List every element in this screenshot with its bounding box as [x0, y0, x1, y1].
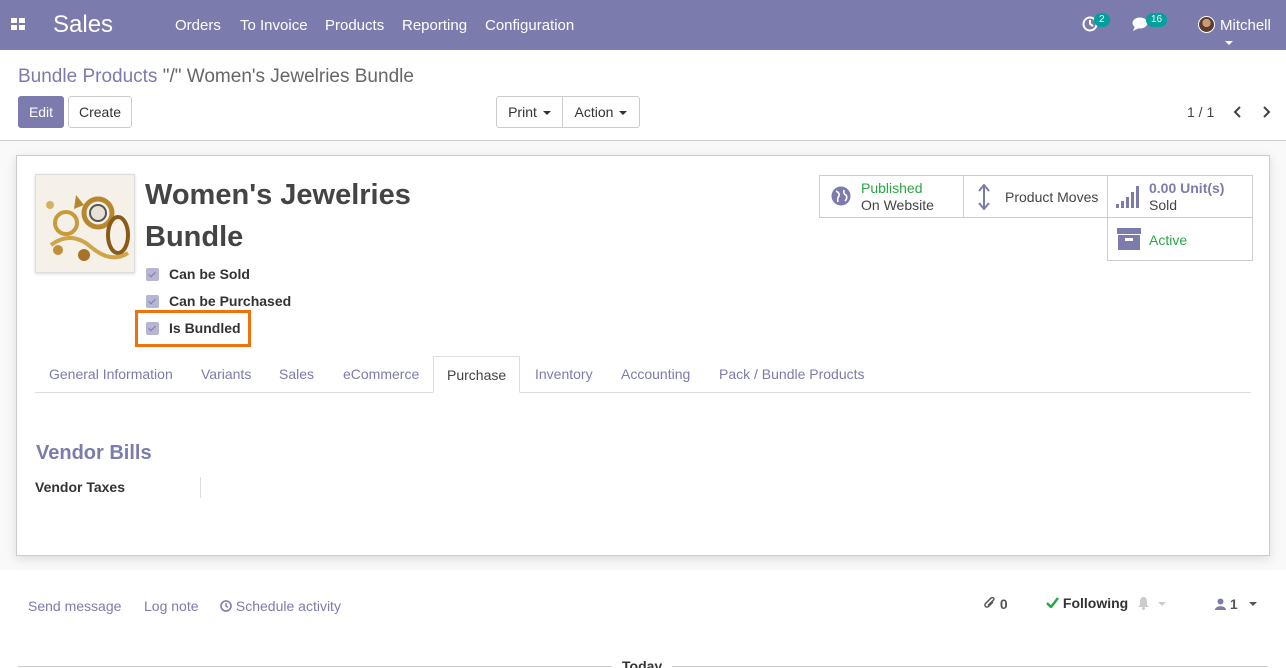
print-label: Print	[508, 104, 537, 120]
chevron-down-icon	[619, 111, 628, 116]
published-status: Published	[861, 180, 923, 196]
product-name-line2: Bundle	[145, 221, 244, 253]
tab-inventory[interactable]: Inventory	[535, 356, 593, 393]
schedule-activity-label: Schedule activity	[235, 598, 341, 614]
checkbox-checked-icon[interactable]	[146, 267, 159, 281]
following-label: Following	[1062, 595, 1129, 611]
app-brand[interactable]: Sales	[53, 11, 113, 39]
product-name: Women's Jewelries Bundle	[145, 174, 445, 258]
breadcrumb-current: Women's Jewelries Bundle	[186, 66, 414, 87]
paperclip-icon	[984, 596, 995, 608]
schedule-activity-button[interactable]: Schedule activity	[220, 598, 341, 614]
product-image[interactable]	[35, 174, 135, 273]
user-menu-caret-icon	[1225, 41, 1233, 46]
user-icon	[1215, 598, 1226, 610]
signal-bars-icon	[1116, 186, 1139, 208]
product-moves-button[interactable]: Product Moves	[963, 175, 1108, 218]
action-dropdown[interactable]: Action	[562, 96, 640, 128]
can-be-purchased-label: Can be Purchased	[169, 293, 292, 309]
breadcrumb: Bundle Products "/" Women's Jewelries Bu…	[18, 66, 414, 88]
active-toggle-button[interactable]: Active	[1107, 217, 1253, 261]
is-bundled-highlight	[135, 310, 251, 347]
clock-icon	[220, 600, 232, 612]
user-name: Mitchell	[1220, 17, 1271, 34]
send-message-button[interactable]: Send message	[28, 598, 121, 614]
user-menu[interactable]: Mitchell	[1220, 17, 1286, 51]
arrows-vertical-icon	[978, 184, 990, 210]
can-be-sold-label: Can be Sold	[169, 266, 250, 282]
message-count-badge: 16	[1146, 13, 1168, 27]
archive-icon	[1117, 228, 1141, 250]
tab-general-information[interactable]: General Information	[49, 356, 173, 393]
notification-caret-icon[interactable]	[1158, 602, 1166, 606]
edit-button[interactable]: Edit	[18, 96, 64, 128]
following-button[interactable]: Following	[1046, 595, 1128, 611]
jewelry-image	[36, 175, 134, 272]
vendor-taxes-field[interactable]	[200, 477, 201, 498]
product-moves-label: Product Moves	[1005, 189, 1099, 205]
log-note-button[interactable]: Log note	[144, 598, 199, 614]
menu-to-invoice[interactable]: To Invoice	[240, 17, 308, 34]
website-published-button[interactable]: Published On Website	[819, 175, 964, 218]
menu-orders[interactable]: Orders	[175, 17, 221, 34]
action-label: Action	[574, 104, 614, 120]
tab-variants[interactable]: Variants	[201, 356, 251, 393]
vendor-taxes-label: Vendor Taxes	[35, 479, 126, 495]
tab-accounting[interactable]: Accounting	[621, 356, 690, 393]
today-label: Today	[612, 658, 673, 668]
control-panel: Bundle Products "/" Women's Jewelries Bu…	[0, 50, 1286, 141]
user-avatar[interactable]	[1198, 16, 1215, 33]
pager-value[interactable]: 1 / 1	[1187, 104, 1214, 120]
followers-button[interactable]: 1	[1215, 596, 1238, 612]
can-be-purchased-checkbox[interactable]: Can be Purchased	[146, 293, 291, 309]
followers-caret-icon[interactable]	[1249, 602, 1257, 606]
chatter: Send message Log note Schedule activity …	[0, 570, 1286, 668]
top-navbar: Sales Orders To Invoice Products Reporti…	[0, 0, 1286, 50]
followers-count: 1	[1229, 596, 1238, 612]
units-sold-value: 0.00 Unit(s)	[1149, 180, 1225, 196]
check-icon	[1046, 597, 1059, 609]
breadcrumb-separator: "/"	[162, 66, 182, 87]
published-subtitle: On Website	[861, 197, 934, 213]
checkbox-checked-icon[interactable]	[146, 294, 159, 308]
pager-previous-icon[interactable]	[1232, 106, 1242, 118]
apps-menu-icon[interactable]	[11, 18, 25, 30]
breadcrumb-parent[interactable]: Bundle Products	[18, 66, 157, 87]
tab-sales[interactable]: Sales	[279, 356, 314, 393]
tab-purchase[interactable]: Purchase	[433, 356, 521, 393]
tab-pack-bundle-products[interactable]: Pack / Bundle Products	[719, 356, 865, 393]
can-be-sold-checkbox[interactable]: Can be Sold	[146, 266, 250, 282]
attachments-button[interactable]: 0	[984, 596, 1008, 612]
attachments-count: 0	[999, 596, 1008, 612]
form-sheet: Women's Jewelries Bundle Can be Sold Can…	[16, 155, 1270, 556]
chevron-down-icon	[542, 111, 551, 116]
menu-products[interactable]: Products	[325, 17, 384, 34]
menu-configuration[interactable]: Configuration	[485, 17, 574, 34]
bell-icon[interactable]	[1137, 596, 1150, 610]
active-status: Active	[1149, 232, 1188, 248]
units-sold-button[interactable]: 0.00 Unit(s) Sold	[1107, 175, 1253, 218]
print-dropdown[interactable]: Print	[496, 96, 563, 128]
units-sold-label: Sold	[1149, 197, 1178, 213]
create-button[interactable]: Create	[68, 96, 132, 128]
globe-icon	[831, 186, 851, 206]
activity-count-badge: 2	[1094, 13, 1110, 27]
menu-reporting[interactable]: Reporting	[402, 17, 467, 34]
tab-ecommerce[interactable]: eCommerce	[343, 356, 419, 393]
pager-next-icon[interactable]	[1262, 106, 1272, 118]
vendor-bills-section-title: Vendor Bills	[36, 442, 152, 464]
product-name-line1: Women's Jewelries	[145, 179, 411, 211]
notebook-tabs: General Information Variants Sales eComm…	[35, 356, 1251, 393]
